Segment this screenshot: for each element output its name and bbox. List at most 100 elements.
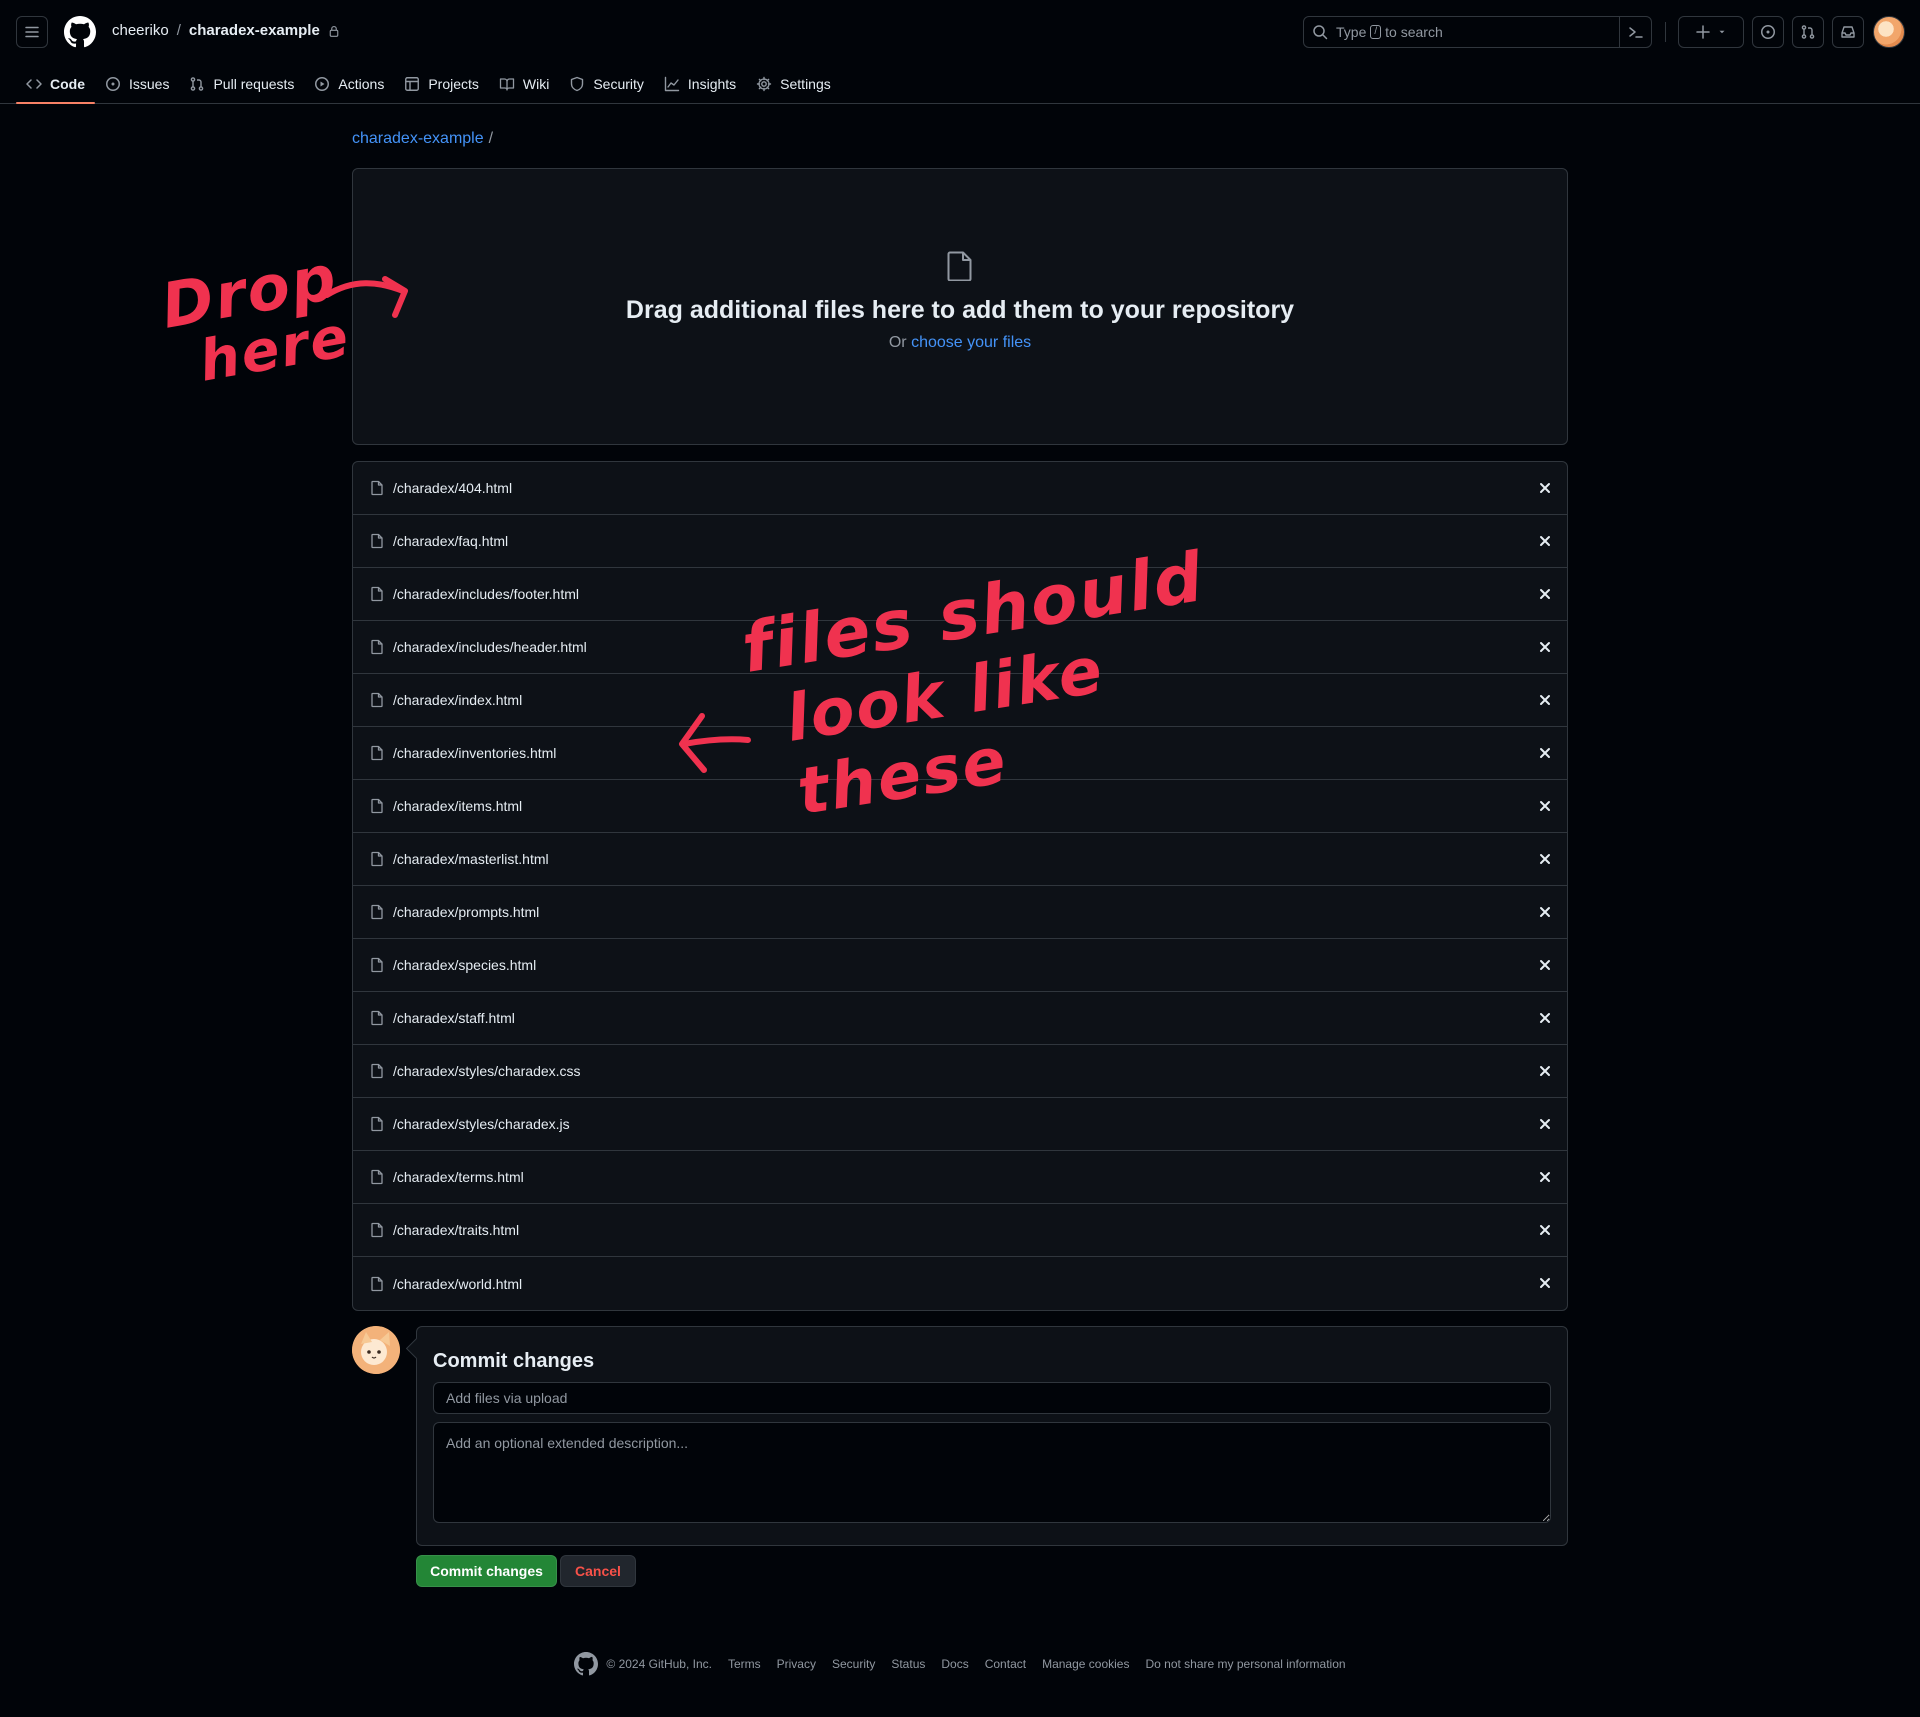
- header-divider: [1665, 22, 1666, 42]
- file-row: /charadex/includes/header.html: [353, 621, 1567, 674]
- commit-summary-input[interactable]: [433, 1382, 1551, 1414]
- issues-button[interactable]: [1752, 16, 1784, 48]
- breadcrumb-repo-link[interactable]: charadex-example: [352, 130, 484, 148]
- command-palette-button[interactable]: [1619, 17, 1651, 47]
- repo-link[interactable]: charadex-example: [189, 22, 320, 39]
- remove-file-button[interactable]: [1537, 745, 1553, 761]
- file-name: /charadex/items.html: [393, 798, 523, 814]
- close-icon: [1540, 854, 1550, 864]
- remove-file-button[interactable]: [1537, 798, 1553, 814]
- pull-requests-button[interactable]: [1792, 16, 1824, 48]
- file-icon: [371, 798, 383, 814]
- repo-nav: Code Issues Pull requests Actions Projec…: [16, 64, 841, 104]
- remove-file-button[interactable]: [1537, 1275, 1553, 1291]
- close-icon: [1540, 801, 1550, 811]
- remove-file-button[interactable]: [1537, 957, 1553, 973]
- uploaded-file-list: /charadex/404.html/charadex/faq.html/cha…: [352, 461, 1568, 1311]
- file-icon: [371, 957, 383, 973]
- file-icon: [371, 851, 383, 867]
- choose-files-link[interactable]: choose your files: [911, 334, 1031, 351]
- search-icon: [1313, 25, 1328, 40]
- footer-link-status[interactable]: Status: [891, 1657, 925, 1671]
- tab-projects-label: Projects: [428, 76, 479, 92]
- terminal-icon: [1628, 27, 1643, 38]
- tab-wiki-label: Wiki: [522, 76, 550, 92]
- remove-file-button[interactable]: [1537, 1116, 1553, 1132]
- tab-settings[interactable]: Settings: [746, 64, 841, 104]
- footer-link-docs[interactable]: Docs: [941, 1657, 968, 1671]
- here-annotation-text: here: [194, 304, 355, 395]
- remove-file-button[interactable]: [1537, 1222, 1553, 1238]
- close-icon: [1540, 1172, 1550, 1182]
- repo-breadcrumb: cheeriko / charadex-example: [112, 22, 340, 39]
- footer-link-security[interactable]: Security: [832, 1657, 875, 1671]
- commit-description-textarea[interactable]: [433, 1422, 1551, 1523]
- tab-actions[interactable]: Actions: [304, 64, 394, 104]
- remove-file-button[interactable]: [1537, 480, 1553, 496]
- github-mark-icon[interactable]: [574, 1652, 599, 1676]
- file-name: /charadex/includes/header.html: [393, 639, 587, 655]
- tab-actions-label: Actions: [338, 76, 385, 92]
- tab-pull-requests[interactable]: Pull requests: [179, 64, 304, 104]
- menu-button[interactable]: [16, 16, 48, 48]
- file-row: /charadex/items.html: [353, 780, 1567, 833]
- github-logo-icon[interactable]: [64, 16, 96, 48]
- hamburger-icon: [25, 26, 39, 38]
- owner-link[interactable]: cheeriko: [112, 22, 169, 39]
- remove-file-button[interactable]: [1537, 586, 1553, 602]
- file-row: /charadex/species.html: [353, 939, 1567, 992]
- inbox-button[interactable]: [1832, 16, 1864, 48]
- file-icon: [371, 1116, 383, 1132]
- footer-link-do-not-share-my-personal-information[interactable]: Do not share my personal information: [1145, 1657, 1345, 1671]
- remove-file-button[interactable]: [1537, 692, 1553, 708]
- inbox-icon: [1841, 26, 1855, 38]
- tab-insights[interactable]: Insights: [654, 64, 746, 104]
- tab-wiki[interactable]: Wiki: [489, 64, 559, 104]
- remove-file-button[interactable]: [1537, 1169, 1553, 1185]
- user-avatar[interactable]: [1873, 16, 1905, 48]
- cancel-button[interactable]: Cancel: [560, 1555, 636, 1587]
- remove-file-button[interactable]: [1537, 851, 1553, 867]
- close-icon: [1540, 960, 1550, 970]
- search-input[interactable]: Type / to search: [1303, 16, 1652, 48]
- file-name: /charadex/prompts.html: [393, 904, 540, 920]
- upload-breadcrumb: charadex-example /: [352, 130, 493, 148]
- tab-security[interactable]: Security: [559, 64, 654, 104]
- close-icon: [1540, 1278, 1550, 1288]
- dropzone-subtitle: Or choose your files: [353, 334, 1567, 352]
- close-icon: [1540, 1119, 1550, 1129]
- file-icon: [371, 1169, 383, 1185]
- footer-link-privacy[interactable]: Privacy: [777, 1657, 816, 1671]
- footer-link-manage-cookies[interactable]: Manage cookies: [1042, 1657, 1129, 1671]
- create-new-button[interactable]: [1678, 16, 1744, 48]
- tab-projects[interactable]: Projects: [394, 64, 489, 104]
- file-name: /charadex/styles/charadex.js: [393, 1116, 570, 1132]
- footer-link-terms[interactable]: Terms: [728, 1657, 761, 1671]
- code-icon: [26, 79, 42, 89]
- global-header: cheeriko / charadex-example Type / to se…: [0, 0, 1920, 104]
- git-pull-request-icon: [191, 77, 204, 91]
- file-name: /charadex/includes/footer.html: [393, 586, 579, 602]
- footer-copyright: © 2024 GitHub, Inc.: [574, 1652, 712, 1676]
- file-name: /charadex/styles/charadex.css: [393, 1063, 581, 1079]
- tab-pull-requests-label: Pull requests: [213, 76, 295, 92]
- commit-panel: Commit changes: [416, 1326, 1568, 1546]
- close-icon: [1540, 1013, 1550, 1023]
- header-top-row: cheeriko / charadex-example Type / to se…: [0, 0, 1920, 64]
- tab-code[interactable]: Code: [16, 64, 95, 104]
- remove-file-button[interactable]: [1537, 1010, 1553, 1026]
- remove-file-button[interactable]: [1537, 533, 1553, 549]
- file-icon: [371, 480, 383, 496]
- footer-link-contact[interactable]: Contact: [985, 1657, 1026, 1671]
- committer-avatar: [352, 1326, 400, 1374]
- issue-opened-icon: [1761, 25, 1775, 39]
- tab-issues[interactable]: Issues: [95, 64, 179, 104]
- commit-changes-button[interactable]: Commit changes: [416, 1555, 557, 1587]
- file-row: /charadex/traits.html: [353, 1204, 1567, 1257]
- gear-icon: [756, 76, 772, 92]
- remove-file-button[interactable]: [1537, 904, 1553, 920]
- file-row: /charadex/world.html: [353, 1257, 1567, 1310]
- remove-file-button[interactable]: [1537, 1063, 1553, 1079]
- remove-file-button[interactable]: [1537, 639, 1553, 655]
- file-dropzone[interactable]: Drag additional files here to add them t…: [352, 168, 1568, 445]
